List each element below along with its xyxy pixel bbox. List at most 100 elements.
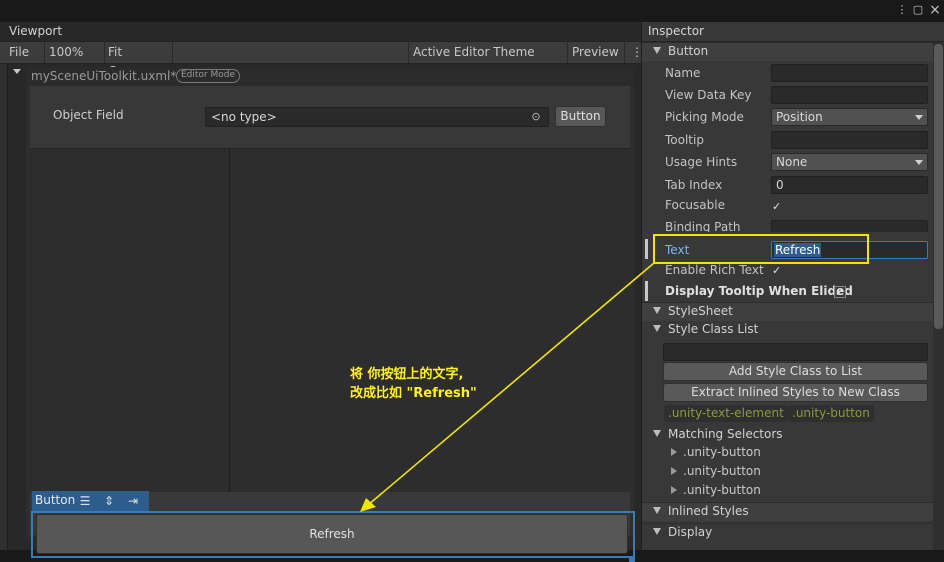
viewport-panel: Viewport File 100% Fit Canvas Active Edi… (0, 22, 643, 562)
section-button[interactable]: Button (642, 42, 934, 61)
vertical-center-icon[interactable]: ⇕ (101, 493, 117, 509)
file-menu[interactable]: File (5, 43, 43, 74)
window-menu-icon[interactable]: ⋮ (895, 3, 909, 17)
refresh-button[interactable]: Refresh (36, 514, 628, 554)
annotation-line-1: 将 你按钮上的文字, (350, 367, 464, 382)
align-justify-icon[interactable]: ☰ (77, 493, 93, 509)
hierarchy-edge (0, 64, 8, 550)
text-label: Text (665, 243, 690, 257)
toolbar-divider (172, 42, 173, 63)
focusable-checkbox[interactable]: ✓ (772, 201, 783, 212)
chevron-right-icon[interactable] (671, 448, 677, 456)
section-label: Inlined Styles (668, 504, 749, 518)
chevron-right-icon[interactable] (671, 467, 677, 475)
horizontal-expand-icon[interactable]: ⇥ (125, 493, 141, 509)
text-field[interactable]: Refresh (771, 241, 928, 259)
split-view-right-pane[interactable] (230, 149, 630, 492)
object-picker-icon[interactable]: ⊙ (529, 110, 543, 124)
tooltip-label: Tooltip (665, 133, 704, 147)
annotation-line-2: 改成比如 "Refresh" (350, 386, 477, 401)
usage-hints-label: Usage Hints (665, 155, 738, 169)
viewport-toolbar: File 100% Fit Canvas Active Editor Theme… (0, 41, 643, 78)
view-data-key-field[interactable] (771, 86, 928, 104)
viewport-title: Viewport (9, 24, 63, 38)
class-pill[interactable]: .unity-text-element (664, 405, 788, 422)
split-view-left-pane[interactable] (30, 149, 230, 492)
object-field-row[interactable]: Object Field <no type> ⊙ Button (30, 86, 630, 148)
modified-indicator (645, 239, 648, 259)
focusable-label: Focusable (665, 198, 725, 212)
preview-button[interactable]: Preview (568, 43, 624, 62)
chevron-down-icon (653, 325, 661, 332)
chevron-down-icon (653, 430, 661, 437)
selector-item[interactable]: .unity-button (683, 483, 761, 497)
more-options-icon[interactable]: ⋮ (627, 43, 643, 62)
object-field-button[interactable]: Button (555, 106, 606, 127)
scrollbar-thumb[interactable] (934, 44, 943, 329)
picking-mode-label: Picking Mode (665, 110, 744, 124)
section-inlined-styles[interactable]: Inlined Styles (642, 502, 934, 521)
chevron-down-icon (915, 160, 923, 165)
tab-index-label: Tab Index (665, 178, 723, 192)
field-value: 0 (776, 178, 784, 192)
name-label: Name (665, 66, 701, 80)
document-root[interactable]: Object Field <no type> ⊙ Button Button ☰… (30, 86, 635, 558)
title-bar: ⋮ ▢ × (0, 0, 944, 22)
picking-mode-dropdown[interactable]: Position (771, 108, 928, 126)
document-header: mySceneUiToolkit.uxml* Editor Mode (26, 67, 634, 87)
text-field-value: Refresh (774, 243, 822, 257)
name-field[interactable] (771, 64, 928, 82)
inspector-panel: Inspector Button Name View Data Key Pick… (641, 22, 944, 550)
section-label: Button (668, 44, 709, 58)
resize-handle[interactable] (629, 556, 635, 562)
extract-inlined-styles-button[interactable]: Extract Inlined Styles to New Class (663, 383, 928, 402)
annotation-text: 将 你按钮上的文字, 改成比如 "Refresh" (350, 365, 477, 403)
theme-dropdown[interactable]: Active Editor Theme (409, 43, 567, 74)
binding-path-field[interactable] (771, 220, 928, 232)
add-style-class-button[interactable]: Add Style Class to List (663, 362, 928, 381)
enable-rich-text-checkbox[interactable]: ✓ (772, 265, 783, 276)
section-label: Matching Selectors (668, 427, 783, 441)
dropdown-value: Position (776, 110, 823, 124)
inspector-title: Inspector (648, 24, 704, 38)
chevron-down-icon (653, 507, 661, 514)
object-field-value: <no type> (211, 110, 277, 124)
section-stylesheet[interactable]: StyleSheet (642, 302, 934, 321)
display-tooltip-checkbox[interactable]: ✓ (834, 286, 846, 298)
object-field-label: Object Field (53, 108, 124, 122)
section-label: Display (668, 525, 713, 539)
dropdown-value: None (776, 155, 808, 169)
maximize-icon[interactable]: ▢ (911, 3, 925, 17)
section-display[interactable]: Display (642, 523, 934, 542)
style-class-input[interactable] (663, 343, 928, 361)
chevron-down-icon (653, 47, 661, 54)
object-field-input[interactable]: <no type> ⊙ (205, 107, 549, 127)
canvas[interactable]: mySceneUiToolkit.uxml* Editor Mode Objec… (26, 67, 635, 558)
binding-path-label: Binding Path (665, 220, 741, 232)
chevron-down-icon (653, 307, 661, 314)
selector-item[interactable]: .unity-button (683, 464, 761, 478)
chevron-down-icon (13, 69, 21, 74)
tab-index-field[interactable]: 0 (771, 176, 928, 194)
selection-badge: Button ☰ ⇕ ⇥ (32, 491, 149, 511)
selection-type-label: Button (35, 493, 76, 507)
chevron-down-icon (653, 528, 661, 535)
viewport-header: Viewport (0, 22, 641, 41)
modified-indicator (645, 281, 648, 301)
enable-rich-text-label: Enable Rich Text (665, 263, 764, 277)
fit-canvas-button[interactable]: Fit Canvas (104, 43, 172, 78)
close-icon[interactable]: × (928, 3, 942, 17)
usage-hints-dropdown[interactable]: None (771, 153, 928, 171)
section-matching-selectors[interactable]: Matching Selectors (642, 425, 934, 444)
zoom-dropdown[interactable]: 100% (45, 43, 103, 74)
class-pill[interactable]: .unity-button (788, 405, 874, 422)
editor-mode-badge: Editor Mode (176, 69, 241, 83)
display-tooltip-label: Display Tooltip When Elided (665, 284, 853, 298)
chevron-down-icon (915, 115, 923, 120)
toolbar-divider (624, 42, 625, 63)
section-label: StyleSheet (668, 304, 733, 318)
tooltip-field[interactable] (771, 131, 928, 149)
section-style-class-list[interactable]: Style Class List (642, 321, 934, 340)
chevron-right-icon[interactable] (671, 486, 677, 494)
selector-item[interactable]: .unity-button (683, 445, 761, 459)
